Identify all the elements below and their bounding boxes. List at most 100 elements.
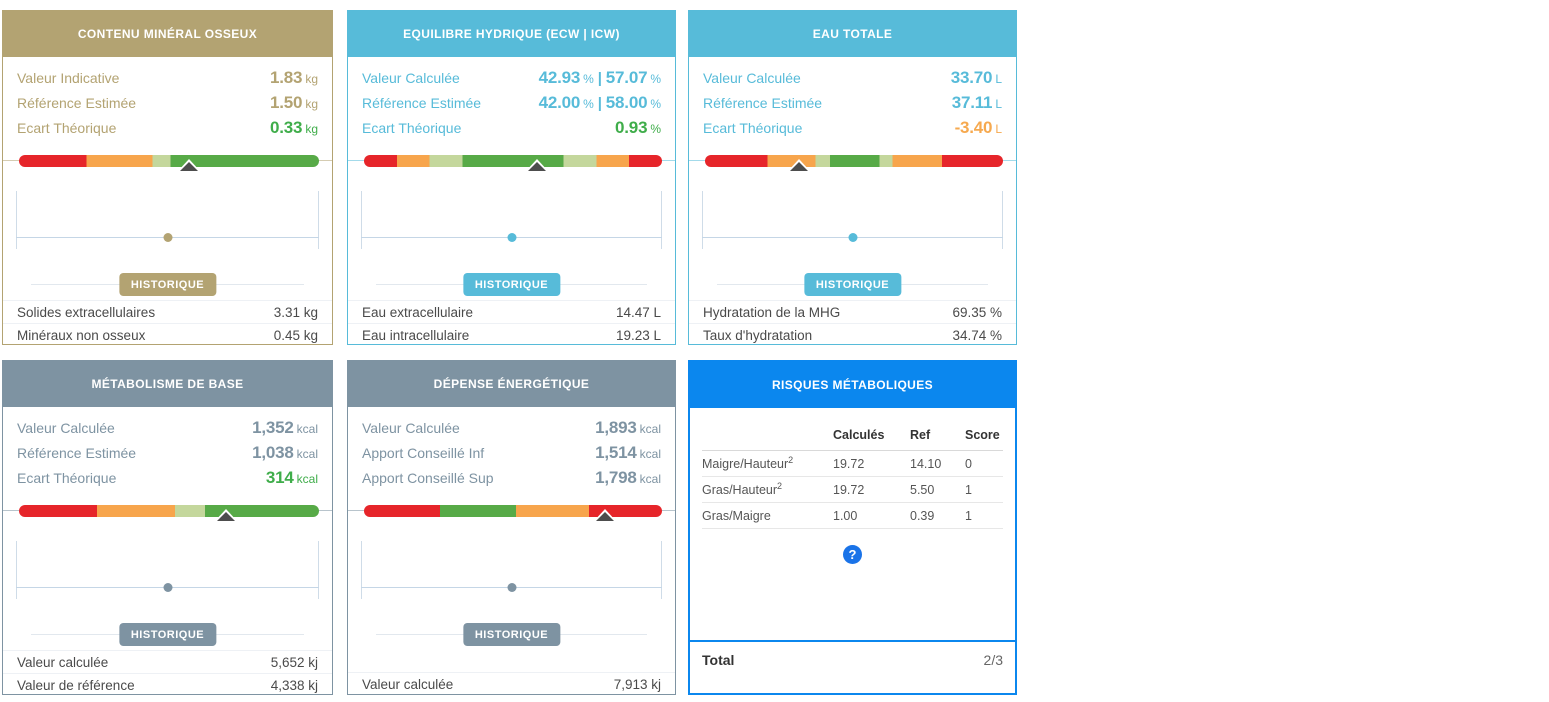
historique-button[interactable]: HISTORIQUE: [462, 273, 561, 296]
card-contenu-mineral-osseux: CONTENU MINÉRAL OSSEUX Valeur Indicative…: [2, 10, 333, 345]
historique-button[interactable]: HISTORIQUE: [803, 273, 902, 296]
chart-point[interactable]: [507, 233, 516, 242]
chart-point[interactable]: [163, 233, 172, 242]
stat-unit: kg: [305, 96, 318, 111]
card-header: MÉTABOLISME DE BASE: [3, 361, 332, 407]
stat-label: Valeur Calculée: [362, 69, 460, 86]
historique-section: HISTORIQUE: [3, 249, 332, 300]
footer-row: Minéraux non osseux 0.45 kg: [3, 323, 332, 346]
stat-label: Référence Estimée: [362, 94, 482, 111]
stat-row: Ecart Théorique 0.33 kg: [17, 115, 318, 140]
total-label: Total: [702, 652, 735, 668]
footer-label: Minéraux non osseux: [17, 327, 146, 343]
stat-separator: |: [597, 69, 602, 87]
stat-unit: kcal: [639, 471, 661, 486]
stat-unit: L: [995, 96, 1002, 111]
stat-row: Valeur Calculée 33.70 L: [703, 65, 1002, 90]
stat-unit: kcal: [296, 446, 318, 461]
card-equilibre-hydrique: EQUILIBRE HYDRIQUE (ECW | ICW) Valeur Ca…: [347, 10, 676, 345]
gauge-bar: [364, 155, 662, 172]
stat-number: 37.11: [951, 92, 993, 112]
historique-section: HISTORIQUE: [689, 249, 1016, 300]
chart-point[interactable]: [848, 233, 857, 242]
stat-number: 1,514: [595, 442, 637, 462]
card-footer: Eau extracellulaire 14.47 L Eau intracel…: [348, 300, 675, 346]
stat-value: -3.40 L: [955, 118, 1002, 138]
card-header: CONTENU MINÉRAL OSSEUX: [3, 11, 332, 57]
stat-label: Apport Conseillé Sup: [362, 469, 494, 486]
card-title: MÉTABOLISME DE BASE: [91, 377, 244, 391]
card-metabolisme-de-base: MÉTABOLISME DE BASE Valeur Calculée 1,35…: [2, 360, 333, 695]
risk-ref-value: 14.10: [910, 456, 942, 471]
risk-ref-value: 0.39: [910, 508, 935, 523]
risk-calc-value: 1.00: [833, 508, 858, 523]
card-header: EQUILIBRE HYDRIQUE (ECW | ICW): [348, 11, 675, 57]
stat-row: Valeur Calculée 42.93% | 57.07%: [362, 65, 661, 90]
stat-number: 1.83: [270, 67, 303, 87]
historique-section: HISTORIQUE: [348, 599, 675, 650]
help-icon[interactable]: ?: [843, 545, 862, 564]
risk-table-header: Calculés Ref Score: [702, 420, 1003, 451]
risk-label: Gras/Hauteur2: [702, 481, 783, 498]
stat-row: Référence Estimée 1.50 kg: [17, 90, 318, 115]
footer-spacer: [348, 650, 675, 672]
footer-label: Valeur de référence: [17, 677, 135, 693]
footer-label: Valeur calculée: [362, 676, 454, 692]
card-title: EAU TOTALE: [812, 27, 893, 41]
stat-unit: kcal: [639, 421, 661, 436]
card-risques-metaboliques: RISQUES MÉTABOLIQUES Calculés Ref Score …: [688, 360, 1017, 695]
footer-label: Eau extracellulaire: [362, 304, 474, 320]
stat-value: 37.11 L: [952, 93, 1002, 113]
footer-value: 7,913 kj: [613, 676, 661, 692]
stats-section: Valeur Calculée 42.93% | 57.07% Référence …: [348, 57, 675, 147]
card-header: EAU TOTALE: [689, 11, 1016, 57]
historique-button[interactable]: HISTORIQUE: [118, 623, 217, 646]
chart-axis-line: [661, 191, 662, 249]
stat-value: 33.70 L: [951, 68, 1002, 88]
risk-calc-value: 19.72: [833, 456, 865, 471]
stat-number: 33.70: [950, 67, 993, 87]
chart-point[interactable]: [507, 583, 516, 592]
stat-unit: kg: [305, 121, 318, 136]
stat-number: 1.50: [270, 92, 303, 112]
footer-label: Eau intracellulaire: [362, 327, 470, 343]
gauge-marker-icon: [179, 162, 198, 171]
stat-value: 1,893 kcal: [595, 418, 661, 438]
stat-label: Ecart Théorique: [17, 119, 117, 136]
risk-score-value: 0: [965, 456, 972, 471]
risk-label: Maigre/Hauteur2: [702, 455, 794, 472]
historique-button[interactable]: HISTORIQUE: [118, 273, 217, 296]
historique-section: HISTORIQUE: [3, 599, 332, 650]
historique-button[interactable]: HISTORIQUE: [462, 623, 561, 646]
stats-section: Valeur Calculée 33.70 L Référence Estimée…: [689, 57, 1016, 147]
chart-point[interactable]: [163, 583, 172, 592]
footer-value: 34.74 %: [952, 327, 1002, 343]
card-header: DÉPENSE ÉNERGÉTIQUE: [348, 361, 675, 407]
stat-unit: kcal: [296, 471, 318, 486]
stat-label: Valeur Calculée: [703, 69, 801, 86]
gauge-bar: [19, 155, 319, 172]
range-gauge: [348, 147, 675, 179]
stat-label: Ecart Théorique: [17, 469, 117, 486]
stat-row: Valeur Indicative 1.83 kg: [17, 65, 318, 90]
stat-row: Valeur Calculée 1,893 kcal: [362, 415, 661, 440]
history-chart: [348, 529, 675, 599]
gauge-marker-icon: [596, 512, 615, 521]
footer-row: Eau extracellulaire 14.47 L: [348, 300, 675, 323]
stat-label: Ecart Théorique: [703, 119, 803, 136]
stat-separator: |: [597, 94, 602, 112]
stat-number: 42.00: [538, 92, 581, 112]
stat-unit: kcal: [296, 421, 318, 436]
chart-axis-line: [661, 541, 662, 599]
stat-label: Valeur Calculée: [17, 419, 115, 436]
footer-label: Solides extracellulaires: [17, 304, 156, 320]
stat-label: Valeur Indicative: [17, 69, 120, 86]
stat-unit: kg: [305, 71, 318, 86]
chart-axis-line: [702, 191, 703, 249]
history-chart: [3, 179, 332, 249]
footer-value: 4,338 kj: [270, 677, 318, 693]
stats-section: Valeur Calculée 1,352 kcal Référence Esti…: [3, 407, 332, 497]
stat-number: 42.93: [538, 67, 581, 87]
stat-number: 1,893: [595, 417, 637, 437]
range-gauge: [348, 497, 675, 529]
